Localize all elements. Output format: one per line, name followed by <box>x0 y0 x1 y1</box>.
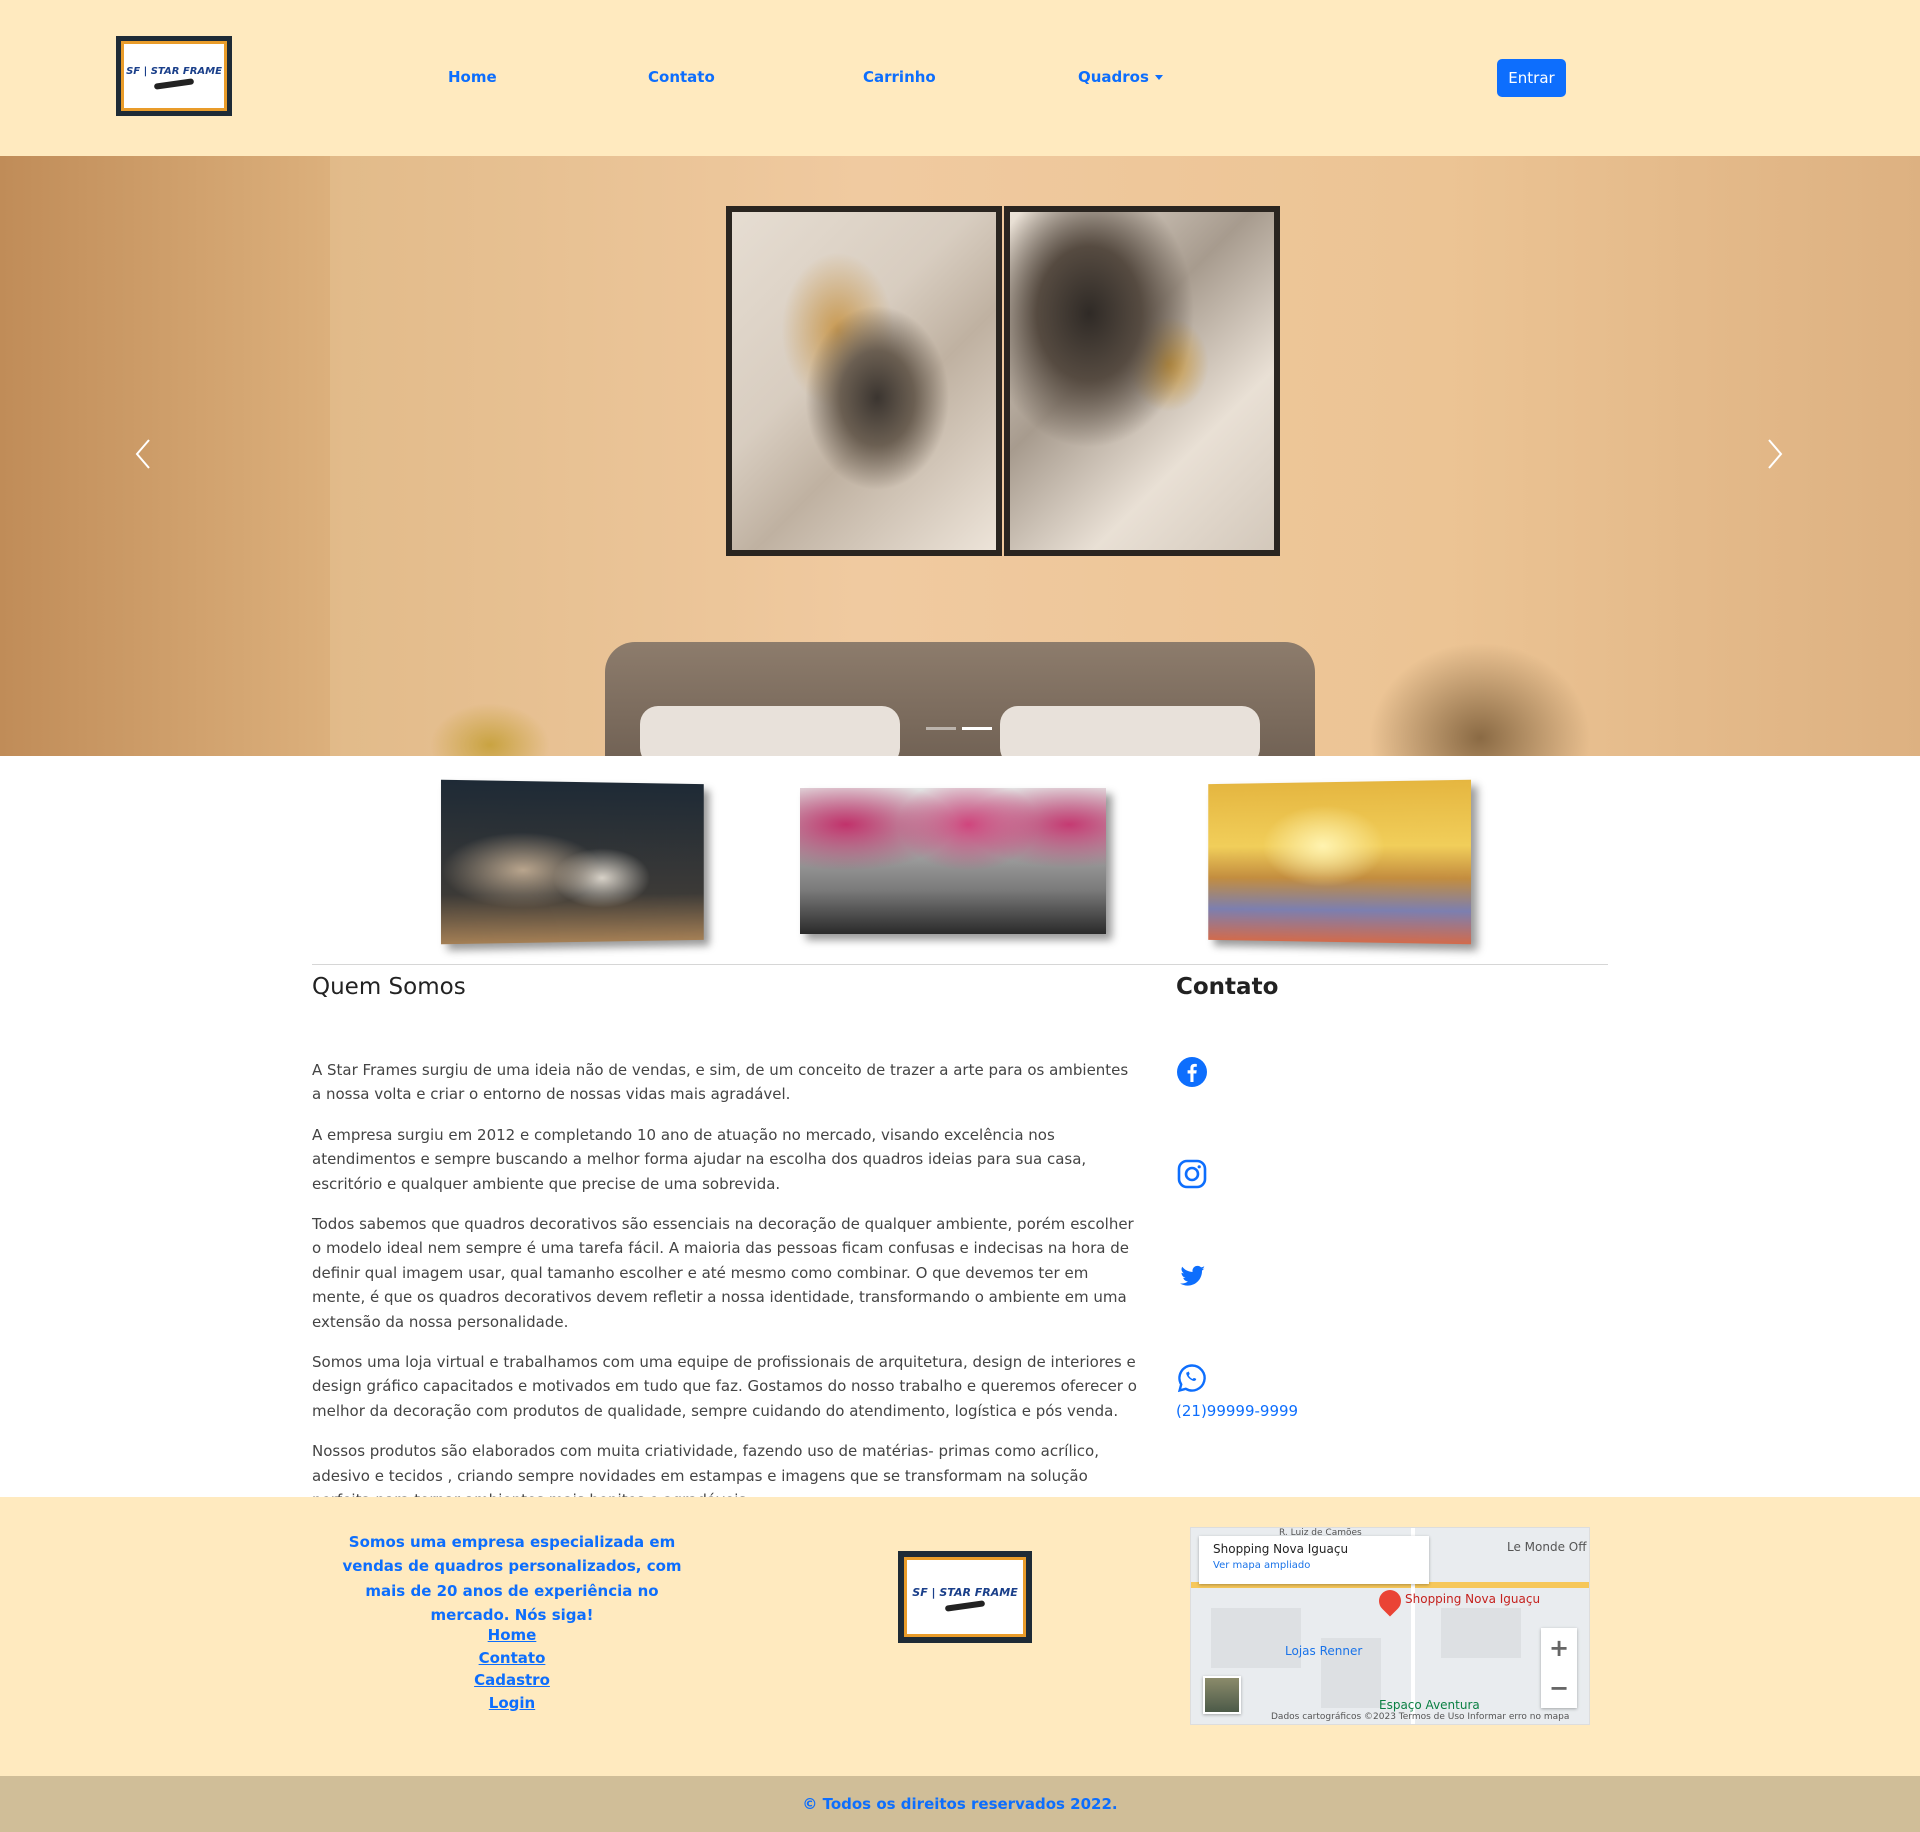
map-place-label: Le Monde Off <box>1507 1540 1587 1554</box>
map-pin-label: Shopping Nova Iguaçu <box>1405 1592 1540 1606</box>
hero-plant-left <box>420 696 560 756</box>
about-paragraph: A empresa surgiu em 2012 e completando 1… <box>312 1123 1142 1196</box>
footer-links: Home Contato Cadastro Login <box>440 1624 584 1714</box>
zoom-out-button[interactable]: − <box>1541 1668 1577 1708</box>
product-thumbnail-sunset[interactable] <box>1208 780 1471 945</box>
map-place-card: Shopping Nova Iguaçu Ver mapa ampliado <box>1199 1536 1429 1584</box>
hero-painting-right <box>1004 206 1280 556</box>
logo-brush-stroke <box>154 78 194 90</box>
map-place-label: Espaço Aventura <box>1379 1698 1480 1712</box>
chevron-right-icon <box>1765 436 1785 472</box>
about-paragraph: A Star Frames surgiu de uma ideia não de… <box>312 1058 1142 1107</box>
footer-tagline: Somos uma empresa especializada em venda… <box>340 1530 684 1628</box>
google-map[interactable]: R. Luiz de Camões Le Monde Off Shopping … <box>1190 1527 1590 1725</box>
about-text: A Star Frames surgiu de uma ideia não de… <box>312 1058 1142 1529</box>
footer-link-login[interactable]: Login <box>440 1692 584 1715</box>
zoom-in-button[interactable]: + <box>1541 1628 1577 1668</box>
map-place-label: Lojas Renner <box>1285 1644 1362 1658</box>
caret-down-icon <box>1155 75 1163 80</box>
contact-heading: Contato <box>1176 974 1278 1000</box>
login-button[interactable]: Entrar <box>1497 59 1566 97</box>
hero-wall-shadow <box>0 156 330 756</box>
logo-brush-stroke <box>945 1600 985 1612</box>
facebook-link[interactable] <box>1176 1056 1208 1088</box>
map-zoom-controls: + − <box>1541 1628 1577 1708</box>
nav-contato-link[interactable]: Contato <box>648 68 715 86</box>
section-divider <box>312 964 1608 965</box>
nav-carrinho-link[interactable]: Carrinho <box>863 68 936 86</box>
phone-link[interactable]: (21)99999-9999 <box>1176 1402 1298 1420</box>
logo-text: SF | STAR FRAME <box>126 66 222 77</box>
chevron-left-icon <box>133 436 153 472</box>
carousel-indicators <box>926 727 992 730</box>
carousel-next-button[interactable] <box>1760 436 1790 476</box>
about-heading: Quem Somos <box>312 974 466 1000</box>
hero-pillow <box>640 706 900 756</box>
hero-plant-right <box>1350 626 1610 756</box>
hero-pillow <box>1000 706 1260 756</box>
whatsapp-icon <box>1176 1362 1208 1394</box>
map-block <box>1211 1608 1301 1668</box>
footer-link-contato[interactable]: Contato <box>440 1647 584 1670</box>
map-street-view-thumbnail[interactable] <box>1203 1676 1241 1714</box>
product-thumbnail-pink-trees[interactable] <box>800 788 1106 934</box>
instagram-link[interactable] <box>1176 1158 1208 1190</box>
instagram-icon <box>1176 1158 1208 1190</box>
footer-logo: SF | STAR FRAME <box>898 1551 1032 1643</box>
twitter-icon <box>1176 1260 1208 1292</box>
hero-carousel <box>0 156 1920 756</box>
map-pin-icon[interactable] <box>1374 1585 1405 1616</box>
about-paragraph: Todos sabemos que quadros decorativos sã… <box>312 1212 1142 1334</box>
footer-link-cadastro[interactable]: Cadastro <box>440 1669 584 1692</box>
copyright-bar: © Todos os direitos reservados 2022. <box>0 1776 1920 1832</box>
about-paragraph: Somos uma loja virtual e trabalhamos com… <box>312 1350 1142 1423</box>
carousel-indicator-active[interactable] <box>962 727 992 730</box>
brand-logo[interactable]: SF | STAR FRAME <box>116 36 232 116</box>
map-credits: Dados cartográficos ©2023 Termos de Uso … <box>1271 1712 1569 1722</box>
footer-logo-text: SF | STAR FRAME <box>912 1586 1017 1599</box>
facebook-icon <box>1176 1056 1208 1088</box>
product-thumbnail-horses[interactable] <box>441 780 704 945</box>
nav-home-link[interactable]: Home <box>448 68 497 86</box>
twitter-link[interactable] <box>1176 1260 1208 1292</box>
map-block <box>1441 1608 1521 1658</box>
map-enlarge-link[interactable]: Ver mapa ampliado <box>1213 1560 1415 1571</box>
navbar: SF | STAR FRAME Home Contato Carrinho Qu… <box>0 0 1920 156</box>
hero-painting-left <box>726 206 1002 556</box>
whatsapp-link[interactable] <box>1176 1362 1208 1394</box>
carousel-indicator[interactable] <box>926 727 956 730</box>
footer-link-home[interactable]: Home <box>440 1624 584 1647</box>
nav-quadros-label: Quadros <box>1078 68 1149 86</box>
carousel-prev-button[interactable] <box>128 436 158 476</box>
map-place-title: Shopping Nova Iguaçu <box>1213 1542 1415 1556</box>
nav-quadros-dropdown[interactable]: Quadros <box>1078 68 1163 86</box>
